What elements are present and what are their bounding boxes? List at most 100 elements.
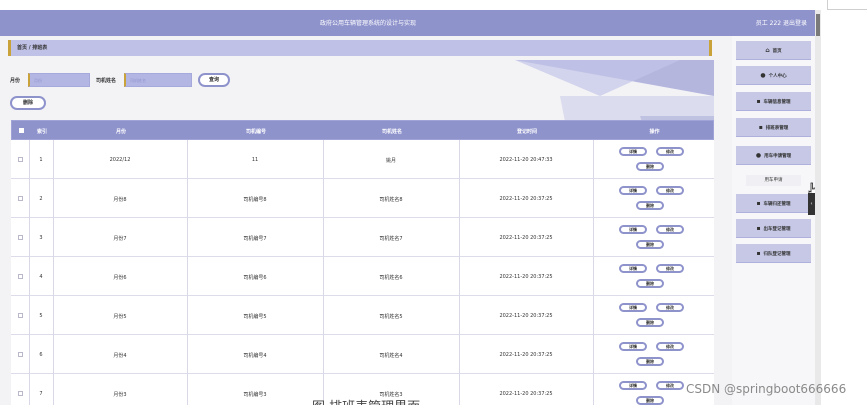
column-divider bbox=[187, 179, 188, 218]
sidebar-item-3[interactable]: ▪ 排班表管理 bbox=[736, 118, 811, 137]
sidebar-item-4[interactable]: ● 用车申请管理 bbox=[736, 146, 811, 165]
delete-button[interactable]: 删除 bbox=[636, 162, 664, 171]
cell-driver-name: 司机姓名5 bbox=[379, 314, 403, 320]
delete-button[interactable]: 删除 bbox=[636, 318, 664, 327]
sidebar-item-label: 车辆归还管理 bbox=[763, 202, 791, 207]
sidebar-item-7[interactable]: ▪ 归队登记管理 bbox=[736, 244, 811, 263]
row-checkbox[interactable] bbox=[18, 235, 23, 240]
row-checkbox[interactable] bbox=[18, 391, 23, 396]
row-checkbox[interactable] bbox=[18, 352, 23, 357]
driver-name-label: 司机姓名 bbox=[96, 78, 117, 84]
batch-delete-button[interactable]: 删除 bbox=[10, 96, 46, 110]
screen: 政府公用车辆管理系统的设计与实现 员工 222 退出登录 首页 / 排班表 月份… bbox=[0, 0, 867, 405]
cell-driver-name: 司机姓名7 bbox=[379, 236, 403, 242]
collapse-sidebar-tab[interactable]: ‹ bbox=[808, 193, 815, 215]
column-divider bbox=[459, 374, 460, 405]
user-logout-link[interactable]: 员工 222 退出登录 bbox=[756, 18, 807, 27]
edit-button[interactable]: 修改 bbox=[656, 186, 684, 195]
schedule-icon: ▪ bbox=[758, 124, 763, 131]
detail-button[interactable]: 详情 bbox=[619, 147, 647, 156]
sidebar-item-label: 归队登记管理 bbox=[763, 252, 791, 257]
cell-index: 6 bbox=[39, 352, 43, 358]
top-header: 政府公用车辆管理系统的设计与实现 员工 222 退出登录 bbox=[0, 10, 815, 36]
row-checkbox[interactable] bbox=[18, 196, 23, 201]
cell-index: 1 bbox=[39, 157, 43, 163]
table-row: 5 月份5 司机编号5 司机姓名5 2022-11-20 20:37:25 详情 修改 删除 bbox=[11, 296, 714, 335]
delete-button[interactable]: 删除 bbox=[636, 240, 664, 249]
column-divider bbox=[53, 335, 54, 374]
cell-register-time: 2022-11-20 20:37:25 bbox=[499, 352, 553, 358]
col-register-time: 登记时间 bbox=[516, 129, 537, 135]
sidebar-item-6[interactable]: ▪ 出车登记管理 bbox=[736, 219, 811, 238]
column-divider bbox=[593, 218, 594, 257]
detail-button[interactable]: 详情 bbox=[619, 303, 647, 312]
row-checkbox[interactable] bbox=[18, 157, 23, 162]
delete-button[interactable]: 删除 bbox=[636, 357, 664, 366]
edit-button[interactable]: 修改 bbox=[656, 381, 684, 390]
column-divider bbox=[187, 335, 188, 374]
edit-button[interactable]: 修改 bbox=[656, 225, 684, 234]
cell-month: 月份7 bbox=[113, 236, 127, 242]
user-icon: ● bbox=[760, 72, 766, 79]
column-divider bbox=[593, 257, 594, 296]
system-title: 政府公用车辆管理系统的设计与实现 bbox=[320, 20, 417, 27]
vertical-scrollbar[interactable] bbox=[815, 10, 821, 405]
sidebar-item-5[interactable]: ▪ 车辆归还管理 bbox=[736, 194, 811, 213]
delete-button[interactable]: 删除 bbox=[636, 279, 664, 288]
edit-button[interactable]: 修改 bbox=[656, 303, 684, 312]
column-divider bbox=[459, 257, 460, 296]
col-driver-name: 司机姓名 bbox=[381, 129, 402, 135]
column-divider bbox=[323, 218, 324, 257]
table-header: 索引 月份 司机编号 司机姓名 登记时间 操作 bbox=[11, 120, 714, 140]
column-divider bbox=[187, 218, 188, 257]
detail-button[interactable]: 详情 bbox=[619, 342, 647, 351]
month-label: 月份 bbox=[10, 78, 21, 84]
home-icon: ⌂ bbox=[765, 47, 770, 54]
column-divider bbox=[53, 296, 54, 335]
edit-button[interactable]: 修改 bbox=[656, 147, 684, 156]
sidebar-item-1[interactable]: ● 个人中心 bbox=[736, 66, 811, 85]
edit-button[interactable]: 修改 bbox=[656, 342, 684, 351]
breadcrumb: 首页 / 排班表 bbox=[8, 40, 712, 56]
column-divider bbox=[53, 140, 54, 179]
row-checkbox[interactable] bbox=[18, 313, 23, 318]
row-checkbox[interactable] bbox=[18, 274, 23, 279]
column-divider bbox=[459, 140, 460, 179]
column-divider bbox=[323, 296, 324, 335]
cell-driver-name: 司机姓名8 bbox=[379, 197, 403, 203]
column-divider bbox=[29, 257, 30, 296]
column-divider bbox=[459, 335, 460, 374]
column-divider bbox=[459, 218, 460, 257]
scrollbar-thumb[interactable] bbox=[816, 14, 820, 36]
car-icon: ▪ bbox=[756, 250, 761, 257]
column-divider bbox=[29, 335, 30, 374]
detail-button[interactable]: 详情 bbox=[619, 186, 647, 195]
sidebar-item-label: 首页 bbox=[772, 49, 782, 54]
column-divider bbox=[323, 140, 324, 179]
watermark: CSDN @springboot666666 bbox=[686, 382, 847, 396]
sidebar-item-label: 用车申请管理 bbox=[764, 154, 792, 159]
cell-driver-no: 司机编号4 bbox=[243, 353, 267, 359]
search-button[interactable]: 查询 bbox=[198, 73, 230, 87]
column-divider bbox=[29, 296, 30, 335]
edit-button[interactable]: 修改 bbox=[656, 264, 684, 273]
sidebar-item-2[interactable]: ▪ 车辆信息管理 bbox=[736, 92, 811, 111]
sidebar-subitem-car-request[interactable]: 用车申请 bbox=[746, 175, 801, 186]
col-driver-no: 司机编号 bbox=[245, 129, 266, 135]
cell-register-time: 2022-11-20 20:37:25 bbox=[499, 235, 553, 241]
delete-button[interactable]: 删除 bbox=[636, 396, 664, 405]
detail-button[interactable]: 详情 bbox=[619, 225, 647, 234]
col-month: 月份 bbox=[115, 129, 126, 135]
month-input[interactable]: 月份 bbox=[28, 73, 90, 87]
sidebar-item-0[interactable]: ⌂ 首页 bbox=[736, 41, 811, 60]
select-all-checkbox[interactable] bbox=[19, 128, 24, 133]
sidebar: ⌂ 首页 ● 个人中心 ▪ 车辆信息管理 ▪ 排班表管理 ● 用车申请管理 ▪ 车辆归还管理 ▪ 出车登记… bbox=[732, 36, 815, 405]
detail-button[interactable]: 详情 bbox=[619, 381, 647, 390]
column-divider bbox=[53, 257, 54, 296]
detail-button[interactable]: 详情 bbox=[619, 264, 647, 273]
driver-name-input[interactable]: 司机姓名 bbox=[124, 73, 192, 87]
cell-index: 3 bbox=[39, 235, 43, 241]
delete-button[interactable]: 删除 bbox=[636, 201, 664, 210]
cell-register-time: 2022-11-20 20:47:33 bbox=[499, 157, 553, 163]
column-divider bbox=[593, 179, 594, 218]
